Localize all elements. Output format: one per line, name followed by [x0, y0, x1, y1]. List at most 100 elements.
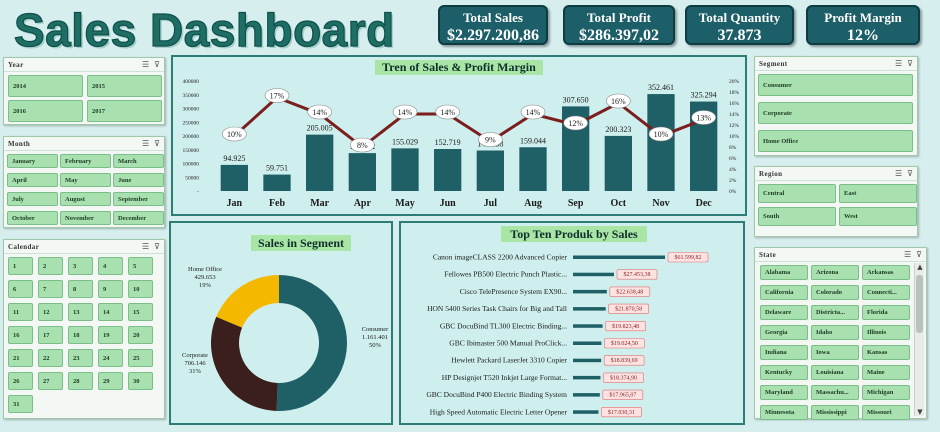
slicer-item-month[interactable]: February [60, 154, 111, 168]
slicer-item-calendar[interactable]: 22 [38, 349, 63, 367]
slicer-item-calendar[interactable]: 12 [38, 303, 63, 321]
slicer-item-state[interactable]: Kansas [862, 345, 910, 360]
slicer-item-calendar[interactable]: 13 [68, 303, 93, 321]
slicer-item-region[interactable]: South [758, 207, 836, 226]
slicer-item-calendar[interactable]: 16 [8, 326, 33, 344]
slicer-item-calendar[interactable]: 27 [38, 372, 63, 390]
slicer-item-calendar[interactable]: 29 [98, 372, 123, 390]
slicer-item-calendar[interactable]: 17 [38, 326, 63, 344]
slicer-item-state[interactable]: California [760, 285, 808, 300]
slicer-item-state[interactable]: Georgia [760, 325, 808, 340]
slicer-item-state[interactable]: Florida [862, 305, 910, 320]
slicer-item-state[interactable]: Idaho [811, 325, 859, 340]
slicer-item-year[interactable]: 2016 [8, 100, 83, 122]
slicer-item-month[interactable]: January [7, 154, 58, 168]
slicer-item-month[interactable]: October [7, 211, 58, 225]
slicer-item-segment[interactable]: Consumer [758, 74, 913, 96]
multi-select-icon[interactable]: ☰ [142, 60, 149, 69]
slicer-item-calendar[interactable]: 20 [128, 326, 153, 344]
slicer-item-state[interactable]: Alabama [760, 265, 808, 280]
slicer-item-state[interactable]: Maine [862, 365, 910, 380]
slicer-item-calendar[interactable]: 5 [128, 257, 153, 275]
clear-filter-icon[interactable]: ⊽ [916, 250, 922, 259]
multi-select-icon[interactable]: ☰ [142, 242, 149, 251]
slicer-item-year[interactable]: 2017 [87, 100, 162, 122]
slicer-item-calendar[interactable]: 3 [68, 257, 93, 275]
slicer-item-calendar[interactable]: 28 [68, 372, 93, 390]
clear-filter-icon[interactable]: ⊽ [907, 59, 913, 68]
y-tick-label: 350000 [183, 93, 200, 99]
slicer-item-state[interactable]: Missouri [862, 405, 910, 420]
margin-label: 9% [485, 136, 496, 145]
slicer-item-state[interactable]: Maryland [760, 385, 808, 400]
slicer-item-state[interactable]: Connecti... [862, 285, 910, 300]
clear-filter-icon[interactable]: ⊽ [154, 60, 160, 69]
slicer-item-state[interactable]: Iowa [811, 345, 859, 360]
slicer-item-month[interactable]: December [113, 211, 164, 225]
slicer-item-state[interactable]: Minnesota [760, 405, 808, 420]
slicer-item-year[interactable]: 2014 [8, 75, 83, 97]
slicer-item-region[interactable]: East [839, 184, 917, 203]
slicer-item-month[interactable]: April [7, 173, 58, 187]
slicer-item-state[interactable]: Louisiana [811, 365, 859, 380]
slicer-item-region[interactable]: West [839, 207, 917, 226]
slicer-item-calendar[interactable]: 11 [8, 303, 33, 321]
clear-filter-icon[interactable]: ⊽ [907, 169, 913, 178]
slicer-item-state[interactable]: Delaware [760, 305, 808, 320]
slicer-item-month[interactable]: March [113, 154, 164, 168]
slicer-item-month[interactable]: November [60, 211, 111, 225]
slicer-item-calendar[interactable]: 23 [68, 349, 93, 367]
slicer-item-calendar[interactable]: 2 [38, 257, 63, 275]
slicer-item-calendar[interactable]: 25 [128, 349, 153, 367]
slicer-item-state[interactable]: Colorado [811, 285, 859, 300]
slicer-item-state[interactable]: Arizona [811, 265, 859, 280]
slicer-item-region[interactable]: Central [758, 184, 836, 203]
scroll-down-icon[interactable]: ▼ [916, 408, 924, 416]
margin-label: 14% [440, 108, 455, 117]
multi-select-icon[interactable]: ☰ [895, 59, 902, 68]
clear-filter-icon[interactable]: ⊽ [154, 242, 160, 251]
sales-bar [476, 150, 504, 191]
scrollbar-thumb[interactable] [916, 275, 923, 333]
slicer-item-calendar[interactable]: 18 [68, 326, 93, 344]
slicer-item-segment[interactable]: Corporate [758, 102, 913, 124]
slicer-item-calendar[interactable]: 14 [98, 303, 123, 321]
slicer-item-segment[interactable]: Home Office [758, 130, 913, 152]
slicer-item-calendar[interactable]: 7 [38, 280, 63, 298]
slicer-item-state[interactable]: Arkansas [862, 265, 910, 280]
slicer-item-calendar[interactable]: 1 [8, 257, 33, 275]
slicer-item-calendar[interactable]: 8 [68, 280, 93, 298]
slicer-item-calendar[interactable]: 4 [98, 257, 123, 275]
slicer-item-month[interactable]: August [60, 192, 111, 206]
slicer-item-calendar[interactable]: 15 [128, 303, 153, 321]
slicer-item-calendar[interactable]: 6 [8, 280, 33, 298]
slicer-item-calendar[interactable]: 30 [128, 372, 153, 390]
slicer-item-state[interactable]: Illinois [862, 325, 910, 340]
slicer-item-state[interactable]: Mississippi [811, 405, 859, 420]
multi-select-icon[interactable]: ☰ [904, 250, 911, 259]
slicer-item-month[interactable]: May [60, 173, 111, 187]
slicer-item-calendar[interactable]: 26 [8, 372, 33, 390]
slicer-item-calendar[interactable]: 19 [98, 326, 123, 344]
clear-filter-icon[interactable]: ⊽ [154, 139, 160, 148]
slicer-item-state[interactable]: Districta... [811, 305, 859, 320]
slicer-item-state[interactable]: Massachu... [811, 385, 859, 400]
slicer-item-month[interactable]: June [113, 173, 164, 187]
slicer-item-year[interactable]: 2015 [87, 75, 162, 97]
slicer-item-state[interactable]: Kentucky [760, 365, 808, 380]
slicer-item-calendar[interactable]: 10 [128, 280, 153, 298]
slice-pct-label: 50% [369, 342, 382, 349]
slicer-item-state[interactable]: Indiana [760, 345, 808, 360]
slicer-item-state[interactable]: Michigan [862, 385, 910, 400]
slicer-item-calendar[interactable]: 31 [8, 395, 33, 413]
scroll-up-icon[interactable]: ▲ [916, 263, 924, 271]
slicer-item-month[interactable]: September [113, 192, 164, 206]
slicer-item-month[interactable]: July [7, 192, 58, 206]
y2-tick-label: 2% [729, 178, 737, 184]
slicer-item-calendar[interactable]: 24 [98, 349, 123, 367]
multi-select-icon[interactable]: ☰ [895, 169, 902, 178]
state-scrollbar[interactable]: ▲ ▼ [914, 263, 924, 416]
slicer-item-calendar[interactable]: 9 [98, 280, 123, 298]
multi-select-icon[interactable]: ☰ [142, 139, 149, 148]
slicer-item-calendar[interactable]: 21 [8, 349, 33, 367]
